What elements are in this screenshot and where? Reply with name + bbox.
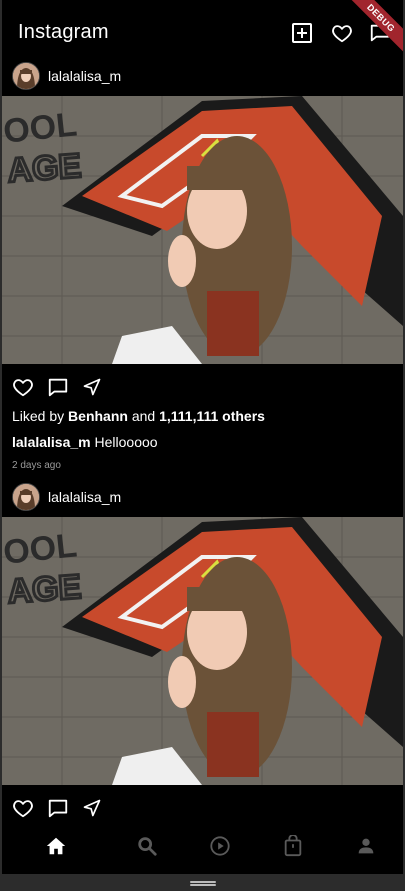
caption-text: Hellooooo bbox=[94, 434, 158, 450]
bottom-navigation bbox=[2, 818, 403, 874]
post-username[interactable]: lalalalisa_m bbox=[48, 489, 121, 505]
comment-icon bbox=[48, 799, 68, 818]
gesture-handle[interactable] bbox=[190, 881, 216, 883]
likes-and: and bbox=[131, 408, 156, 424]
heart-outline-icon bbox=[332, 25, 352, 43]
post-caption: lalalalisa_m Hellooooo bbox=[12, 434, 158, 450]
app-screen: Instagram DEBUG lalalalisa_m OOL AGE Lik… bbox=[2, 0, 403, 874]
heart-outline-icon bbox=[13, 379, 33, 397]
likes-others[interactable]: 1,111,111 others bbox=[159, 408, 265, 424]
post-username[interactable]: lalalalisa_m bbox=[48, 68, 121, 84]
avatar[interactable] bbox=[12, 62, 40, 90]
share-button[interactable] bbox=[79, 374, 105, 400]
post-image[interactable]: OOL AGE bbox=[2, 517, 403, 785]
post-image[interactable]: OOL AGE bbox=[2, 96, 403, 364]
activity-button[interactable] bbox=[329, 20, 355, 46]
nav-search[interactable] bbox=[133, 832, 161, 860]
add-post-button[interactable] bbox=[289, 20, 315, 46]
play-circle-icon bbox=[210, 836, 230, 856]
comment-icon bbox=[48, 378, 68, 397]
share-icon bbox=[83, 378, 101, 396]
likes-prefix: Liked by bbox=[12, 408, 65, 424]
caption-username[interactable]: lalalalisa_m bbox=[12, 434, 91, 450]
likes-summary: Liked by Benhann and 1,111,111 others bbox=[12, 408, 265, 424]
svg-text:AGE: AGE bbox=[6, 568, 82, 611]
post-header: lalalalisa_m bbox=[2, 481, 403, 517]
nav-shop[interactable] bbox=[279, 832, 307, 860]
svg-text:OOL: OOL bbox=[2, 526, 79, 571]
shopping-bag-icon bbox=[284, 835, 302, 857]
svg-text:OOL: OOL bbox=[2, 105, 79, 150]
add-box-icon bbox=[292, 23, 312, 43]
like-button[interactable] bbox=[10, 374, 36, 400]
person-icon bbox=[358, 838, 374, 854]
post-header: lalalalisa_m bbox=[2, 60, 403, 96]
search-icon bbox=[138, 837, 157, 856]
app-title: Instagram bbox=[18, 21, 109, 43]
top-app-bar: Instagram DEBUG bbox=[2, 0, 403, 60]
svg-text:AGE: AGE bbox=[6, 147, 82, 190]
share-icon bbox=[83, 799, 101, 817]
nav-reels[interactable] bbox=[206, 832, 234, 860]
avatar[interactable] bbox=[12, 483, 40, 511]
post-actions bbox=[2, 374, 403, 404]
nav-profile[interactable] bbox=[352, 832, 380, 860]
system-gesture-bar bbox=[0, 874, 405, 891]
nav-home[interactable] bbox=[42, 832, 70, 860]
home-icon bbox=[46, 837, 66, 855]
liked-by-user[interactable]: Benhann bbox=[68, 408, 128, 424]
heart-outline-icon bbox=[13, 800, 33, 818]
post-timestamp: 2 days ago bbox=[12, 460, 61, 471]
comment-button[interactable] bbox=[45, 374, 71, 400]
